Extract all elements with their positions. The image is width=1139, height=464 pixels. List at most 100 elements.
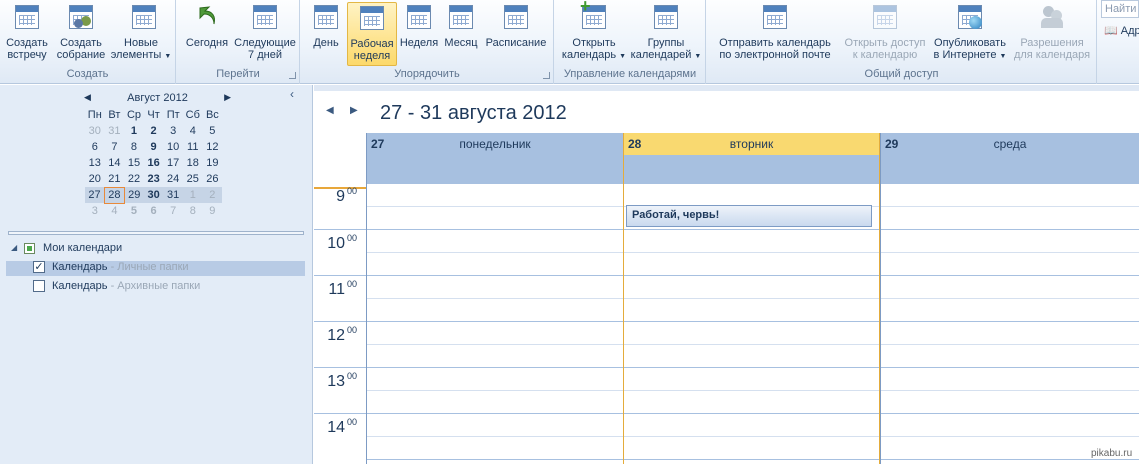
- mini-calendar-day[interactable]: 30: [143, 187, 164, 203]
- mini-calendar-day[interactable]: 6: [85, 139, 105, 155]
- open-calendar-button[interactable]: + Открыть календарь ▼: [559, 0, 629, 64]
- work-week-view-button[interactable]: Рабочая неделя: [347, 2, 397, 66]
- mini-calendar-day[interactable]: 25: [183, 171, 203, 187]
- time-slot[interactable]: [881, 321, 1139, 344]
- time-slot[interactable]: [624, 436, 879, 459]
- mini-calendar-day[interactable]: 17: [163, 155, 183, 171]
- collapse-pane-icon[interactable]: ‹: [290, 87, 294, 101]
- day-column-tuesday[interactable]: Работай, червь!: [623, 183, 880, 464]
- today-button[interactable]: Сегодня: [183, 2, 231, 64]
- next-7-days-button[interactable]: Следующие 7 дней: [233, 2, 297, 64]
- time-slot[interactable]: [624, 275, 879, 298]
- time-slot[interactable]: [367, 436, 623, 459]
- day-column-wednesday[interactable]: [880, 183, 1139, 464]
- time-slot[interactable]: [881, 252, 1139, 275]
- time-slot[interactable]: [367, 275, 623, 298]
- mini-calendar-day[interactable]: 4: [183, 123, 203, 139]
- month-view-button[interactable]: Месяц: [443, 2, 479, 64]
- collapse-triangle-icon[interactable]: ◢: [11, 243, 17, 252]
- prev-week-icon[interactable]: ◀: [326, 105, 334, 116]
- time-slot[interactable]: [881, 344, 1139, 367]
- mini-calendar-day[interactable]: 5: [124, 203, 144, 219]
- time-slot[interactable]: [881, 367, 1139, 390]
- mini-calendar-day[interactable]: 28: [104, 186, 125, 204]
- mini-calendar-day[interactable]: 12: [203, 139, 223, 155]
- time-slot[interactable]: [367, 390, 623, 413]
- day-header-tuesday[interactable]: 28 вторник: [623, 133, 880, 183]
- time-slot[interactable]: [881, 298, 1139, 321]
- time-slot[interactable]: [881, 206, 1139, 229]
- mini-calendar-day[interactable]: 22: [124, 171, 144, 187]
- publish-online-button[interactable]: Опубликовать в Интернете ▼: [931, 2, 1009, 64]
- calendar-item-personal[interactable]: ✓ Календарь - Личные папки: [6, 261, 305, 276]
- address-book-button[interactable]: 📖 Адр: [1104, 24, 1139, 37]
- time-slot[interactable]: [367, 367, 623, 390]
- arrange-launcher-icon[interactable]: [543, 72, 550, 79]
- calendar-item-archive[interactable]: Календарь - Архивные папки: [6, 280, 305, 295]
- new-meeting-button[interactable]: Создать встречу: [4, 2, 50, 64]
- mini-calendar-day[interactable]: 14: [105, 155, 125, 171]
- time-slot[interactable]: [881, 390, 1139, 413]
- time-slot[interactable]: [624, 229, 879, 252]
- time-slot[interactable]: [624, 298, 879, 321]
- calendar-groups-button[interactable]: Группы календарей ▼: [629, 2, 703, 64]
- mini-calendar-day[interactable]: 8: [124, 139, 144, 155]
- mini-calendar-day[interactable]: 30: [85, 123, 105, 139]
- mini-calendar-day[interactable]: 19: [203, 155, 223, 171]
- email-calendar-button[interactable]: Отправить календарь по электронной почте: [713, 2, 837, 64]
- new-gathering-button[interactable]: Создать собрание: [54, 2, 108, 64]
- time-slot[interactable]: [367, 321, 623, 344]
- mini-calendar-day[interactable]: 6: [144, 203, 164, 219]
- next-week-icon[interactable]: ▶: [350, 105, 358, 116]
- time-slot[interactable]: [367, 183, 623, 206]
- mini-calendar-day[interactable]: 11: [183, 139, 203, 155]
- time-slot[interactable]: [624, 367, 879, 390]
- appointment[interactable]: Работай, червь!: [626, 205, 872, 227]
- day-column-monday[interactable]: [366, 183, 623, 464]
- time-slot[interactable]: [367, 459, 623, 464]
- time-slot[interactable]: [881, 183, 1139, 206]
- share-calendar-button[interactable]: Открыть доступ к календарю: [841, 2, 929, 64]
- day-view-button[interactable]: День: [309, 2, 343, 64]
- time-slot[interactable]: [624, 344, 879, 367]
- time-slot[interactable]: [624, 413, 879, 436]
- time-slot[interactable]: [624, 321, 879, 344]
- time-slot[interactable]: [367, 344, 623, 367]
- day-header-wednesday[interactable]: 29 среда: [880, 133, 1139, 183]
- time-slot[interactable]: [881, 413, 1139, 436]
- time-slot[interactable]: [367, 413, 623, 436]
- mini-calendar-day[interactable]: 9: [203, 203, 223, 219]
- my-calendars-group[interactable]: ◢ Мои календари: [6, 242, 305, 257]
- mini-calendar-day[interactable]: 21: [105, 171, 125, 187]
- calendar-checkbox[interactable]: [33, 280, 45, 292]
- mini-calendar-day[interactable]: 2: [202, 187, 223, 203]
- next-month-icon[interactable]: ▶: [224, 92, 231, 103]
- mini-calendar-day[interactable]: 29: [124, 187, 144, 203]
- time-slot[interactable]: [367, 206, 623, 229]
- pane-splitter[interactable]: [8, 231, 304, 235]
- mini-calendar-day[interactable]: 2: [144, 123, 164, 139]
- mini-calendar-day[interactable]: 7: [105, 139, 125, 155]
- search-input[interactable]: Найти: [1101, 0, 1139, 18]
- mini-calendar-day[interactable]: 9: [144, 139, 164, 155]
- mini-calendar-day[interactable]: 3: [85, 203, 105, 219]
- mini-calendar-day[interactable]: 5: [203, 123, 223, 139]
- mini-calendar-day[interactable]: 23: [144, 171, 164, 187]
- mini-calendar-day[interactable]: 3: [163, 123, 183, 139]
- time-slot[interactable]: [624, 183, 879, 206]
- calendar-permissions-button[interactable]: Разрешения для календаря: [1011, 2, 1093, 64]
- time-slot[interactable]: [624, 390, 879, 413]
- mini-calendar-day[interactable]: 26: [203, 171, 223, 187]
- time-slot[interactable]: [881, 229, 1139, 252]
- mini-calendar-day[interactable]: 10: [163, 139, 183, 155]
- mini-calendar-day[interactable]: 24: [163, 171, 183, 187]
- week-view-button[interactable]: Неделя: [399, 2, 439, 64]
- mini-calendar-day[interactable]: 13: [85, 155, 105, 171]
- time-slot[interactable]: [367, 229, 623, 252]
- mini-calendar-day[interactable]: 4: [105, 203, 125, 219]
- mini-calendar-day[interactable]: 18: [183, 155, 203, 171]
- mini-calendar-day[interactable]: 7: [163, 203, 183, 219]
- calendar-checkbox[interactable]: ✓: [33, 261, 45, 273]
- mini-calendar-day[interactable]: 27: [85, 187, 105, 203]
- day-header-monday[interactable]: 27 понедельник: [366, 133, 623, 183]
